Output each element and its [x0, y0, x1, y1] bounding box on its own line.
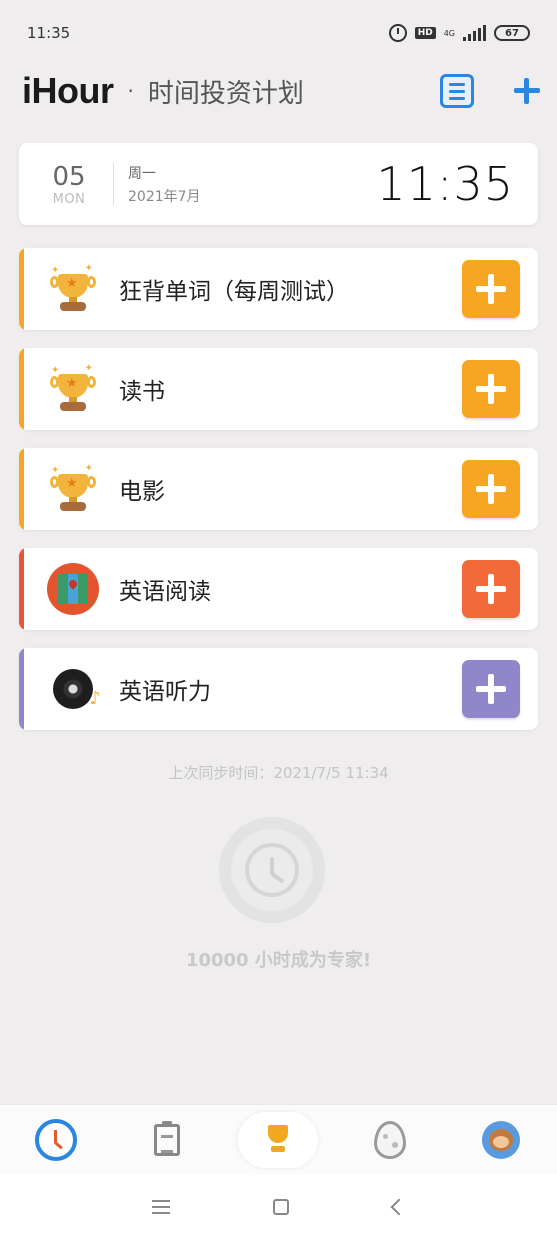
list-icon: [449, 82, 465, 86]
task-stripe: [19, 248, 24, 330]
battery-icon: 67: [494, 25, 530, 41]
trophy-icon: ✦ ✦: [45, 261, 101, 317]
tab-profile[interactable]: [461, 1112, 541, 1168]
tab-trophy[interactable]: [238, 1111, 319, 1168]
motto-text: 10000 小时成为专家!: [185, 950, 372, 971]
task-card[interactable]: ♪ 英语听力: [19, 648, 538, 730]
task-name: 英语听力: [119, 679, 211, 705]
status-bar: 11:35 HD 4G 67: [0, 0, 557, 66]
task-stripe: [19, 448, 24, 530]
add-time-button[interactable]: [462, 560, 520, 618]
current-time: 11:35: [376, 157, 514, 211]
tab-clipboard[interactable]: [127, 1112, 207, 1168]
signal-icon: [463, 25, 486, 41]
menu-icon[interactable]: [151, 1199, 170, 1214]
system-nav-bar: [0, 1174, 557, 1239]
task-name: 英语阅读: [119, 579, 211, 605]
clipboard-icon: [154, 1120, 181, 1156]
status-time: 11:35: [27, 24, 71, 42]
add-plan-button[interactable]: [512, 76, 542, 106]
alarm-icon: [388, 24, 407, 42]
bottom-tab-bar: [0, 1104, 557, 1174]
tab-clock[interactable]: [16, 1112, 96, 1168]
home-icon[interactable]: [273, 1198, 290, 1215]
last-sync-text: 上次同步时间：2021/7/5 11:34: [168, 764, 389, 782]
task-card[interactable]: ✦ ✦ 电影: [19, 448, 538, 530]
task-card[interactable]: 英语阅读: [19, 548, 538, 630]
weekday: 周一: [128, 165, 156, 182]
add-time-button[interactable]: [462, 360, 520, 418]
trophy-icon: ✦ ✦: [45, 361, 101, 417]
clock-illustration-icon: [219, 817, 325, 923]
back-icon[interactable]: [390, 1198, 408, 1215]
status-icons: HD 4G 67: [388, 24, 530, 42]
day-box: 05 MON: [41, 162, 97, 207]
month: 2021年7月: [128, 188, 201, 205]
egg-icon: [373, 1120, 406, 1159]
task-card[interactable]: ✦ ✦ 狂背单词（每周测试）: [19, 248, 538, 330]
network-label: 4G: [443, 28, 455, 38]
map-icon: [45, 561, 101, 617]
monkey-avatar-icon: [482, 1120, 521, 1159]
task-stripe: [19, 548, 24, 630]
app-header: iHour · 时间投资计划: [22, 68, 542, 114]
date-card: 05 MON 周一 2021年7月 11:35: [19, 143, 538, 225]
divider: [113, 163, 114, 205]
list-view-button[interactable]: [440, 74, 474, 108]
title-separator: ·: [127, 79, 134, 103]
task-name: 狂背单词（每周测试）: [119, 279, 349, 305]
trophy-icon: ✦ ✦: [45, 461, 101, 517]
app-subtitle: 时间投资计划: [147, 78, 304, 109]
task-name: 电影: [119, 479, 165, 505]
task-name: 读书: [119, 379, 165, 405]
app-name: iHour: [22, 70, 114, 111]
task-card[interactable]: ✦ ✦ 读书: [19, 348, 538, 430]
date-info: 周一 2021年7月: [128, 163, 376, 206]
add-time-button[interactable]: [462, 260, 520, 318]
task-stripe: [19, 348, 24, 430]
vinyl-record-icon: ♪: [45, 661, 101, 717]
add-time-button[interactable]: [462, 460, 520, 518]
add-time-button[interactable]: [462, 660, 520, 718]
trophy-icon: [262, 1124, 294, 1155]
day-abbr: MON: [52, 191, 86, 207]
day-number: 05: [52, 161, 86, 192]
clock-icon: [34, 1118, 77, 1161]
tab-egg[interactable]: [350, 1112, 430, 1168]
hd-icon: HD: [414, 27, 436, 39]
task-stripe: [19, 648, 24, 730]
